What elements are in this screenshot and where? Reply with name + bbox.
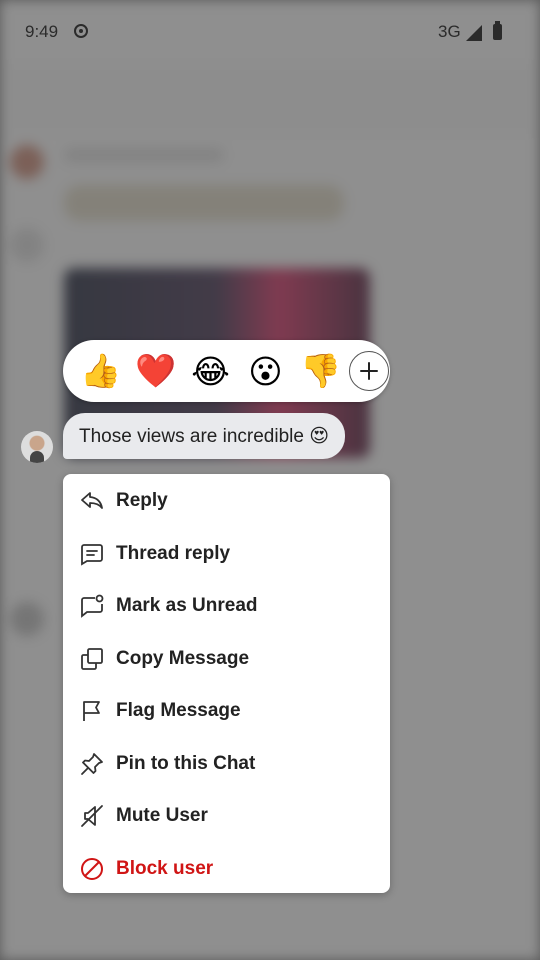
flag-icon [79, 698, 105, 724]
network-type: 3G [438, 22, 461, 41]
menu-item-copy-message[interactable]: Copy Message [63, 633, 390, 686]
menu-item-mark-unread[interactable]: Mark as Unread [63, 580, 390, 633]
menu-label-mark-unread: Mark as Unread [116, 595, 258, 617]
reaction-heart[interactable]: ❤️ [128, 346, 183, 396]
reaction-thumbs-down[interactable]: 👎 [293, 346, 348, 396]
menu-label-thread-reply: Thread reply [116, 542, 231, 564]
reaction-thumbs-up[interactable]: 👍 [73, 346, 128, 396]
menu-item-reply[interactable]: Reply [63, 475, 390, 528]
reactions-bar: 👍 ❤️ 😂 😮 👎 [63, 340, 390, 402]
block-icon [79, 856, 105, 882]
copy-icon [79, 646, 105, 672]
menu-item-block-user[interactable]: Block user [63, 843, 390, 896]
plus-icon [360, 362, 378, 380]
message-context-menu: Reply Thread reply Mark as Unread Copy M… [63, 474, 390, 893]
reply-icon [79, 488, 105, 514]
avatar[interactable] [21, 431, 53, 463]
thread-icon [79, 541, 105, 567]
menu-item-thread-reply[interactable]: Thread reply [63, 528, 390, 581]
menu-item-mute-user[interactable]: Mute User [63, 790, 390, 843]
mute-icon [79, 803, 105, 829]
reaction-laughing[interactable]: 😂 [183, 346, 238, 396]
reaction-surprised[interactable]: 😮 [238, 346, 293, 396]
menu-label-block-user: Block user [116, 857, 214, 879]
mark-unread-icon [79, 593, 105, 619]
menu-label-pin-chat: Pin to this Chat [116, 752, 256, 774]
menu-label-mute-user: Mute User [116, 805, 208, 827]
signal-icon [466, 25, 482, 41]
status-bar: 9:49 3G [0, 0, 540, 64]
status-time: 9:49 [25, 22, 59, 41]
menu-item-pin-chat[interactable]: Pin to this Chat [63, 738, 390, 791]
menu-label-reply: Reply [116, 490, 168, 512]
pin-icon [79, 751, 105, 777]
menu-item-flag-message[interactable]: Flag Message [63, 685, 390, 738]
notification-icon [74, 24, 88, 38]
menu-label-flag-message: Flag Message [116, 700, 241, 722]
menu-label-copy-message: Copy Message [116, 647, 250, 669]
add-reaction-button[interactable] [349, 351, 389, 391]
message-bubble[interactable]: Those views are incredible 😍 [63, 413, 346, 459]
battery-icon [493, 21, 502, 40]
